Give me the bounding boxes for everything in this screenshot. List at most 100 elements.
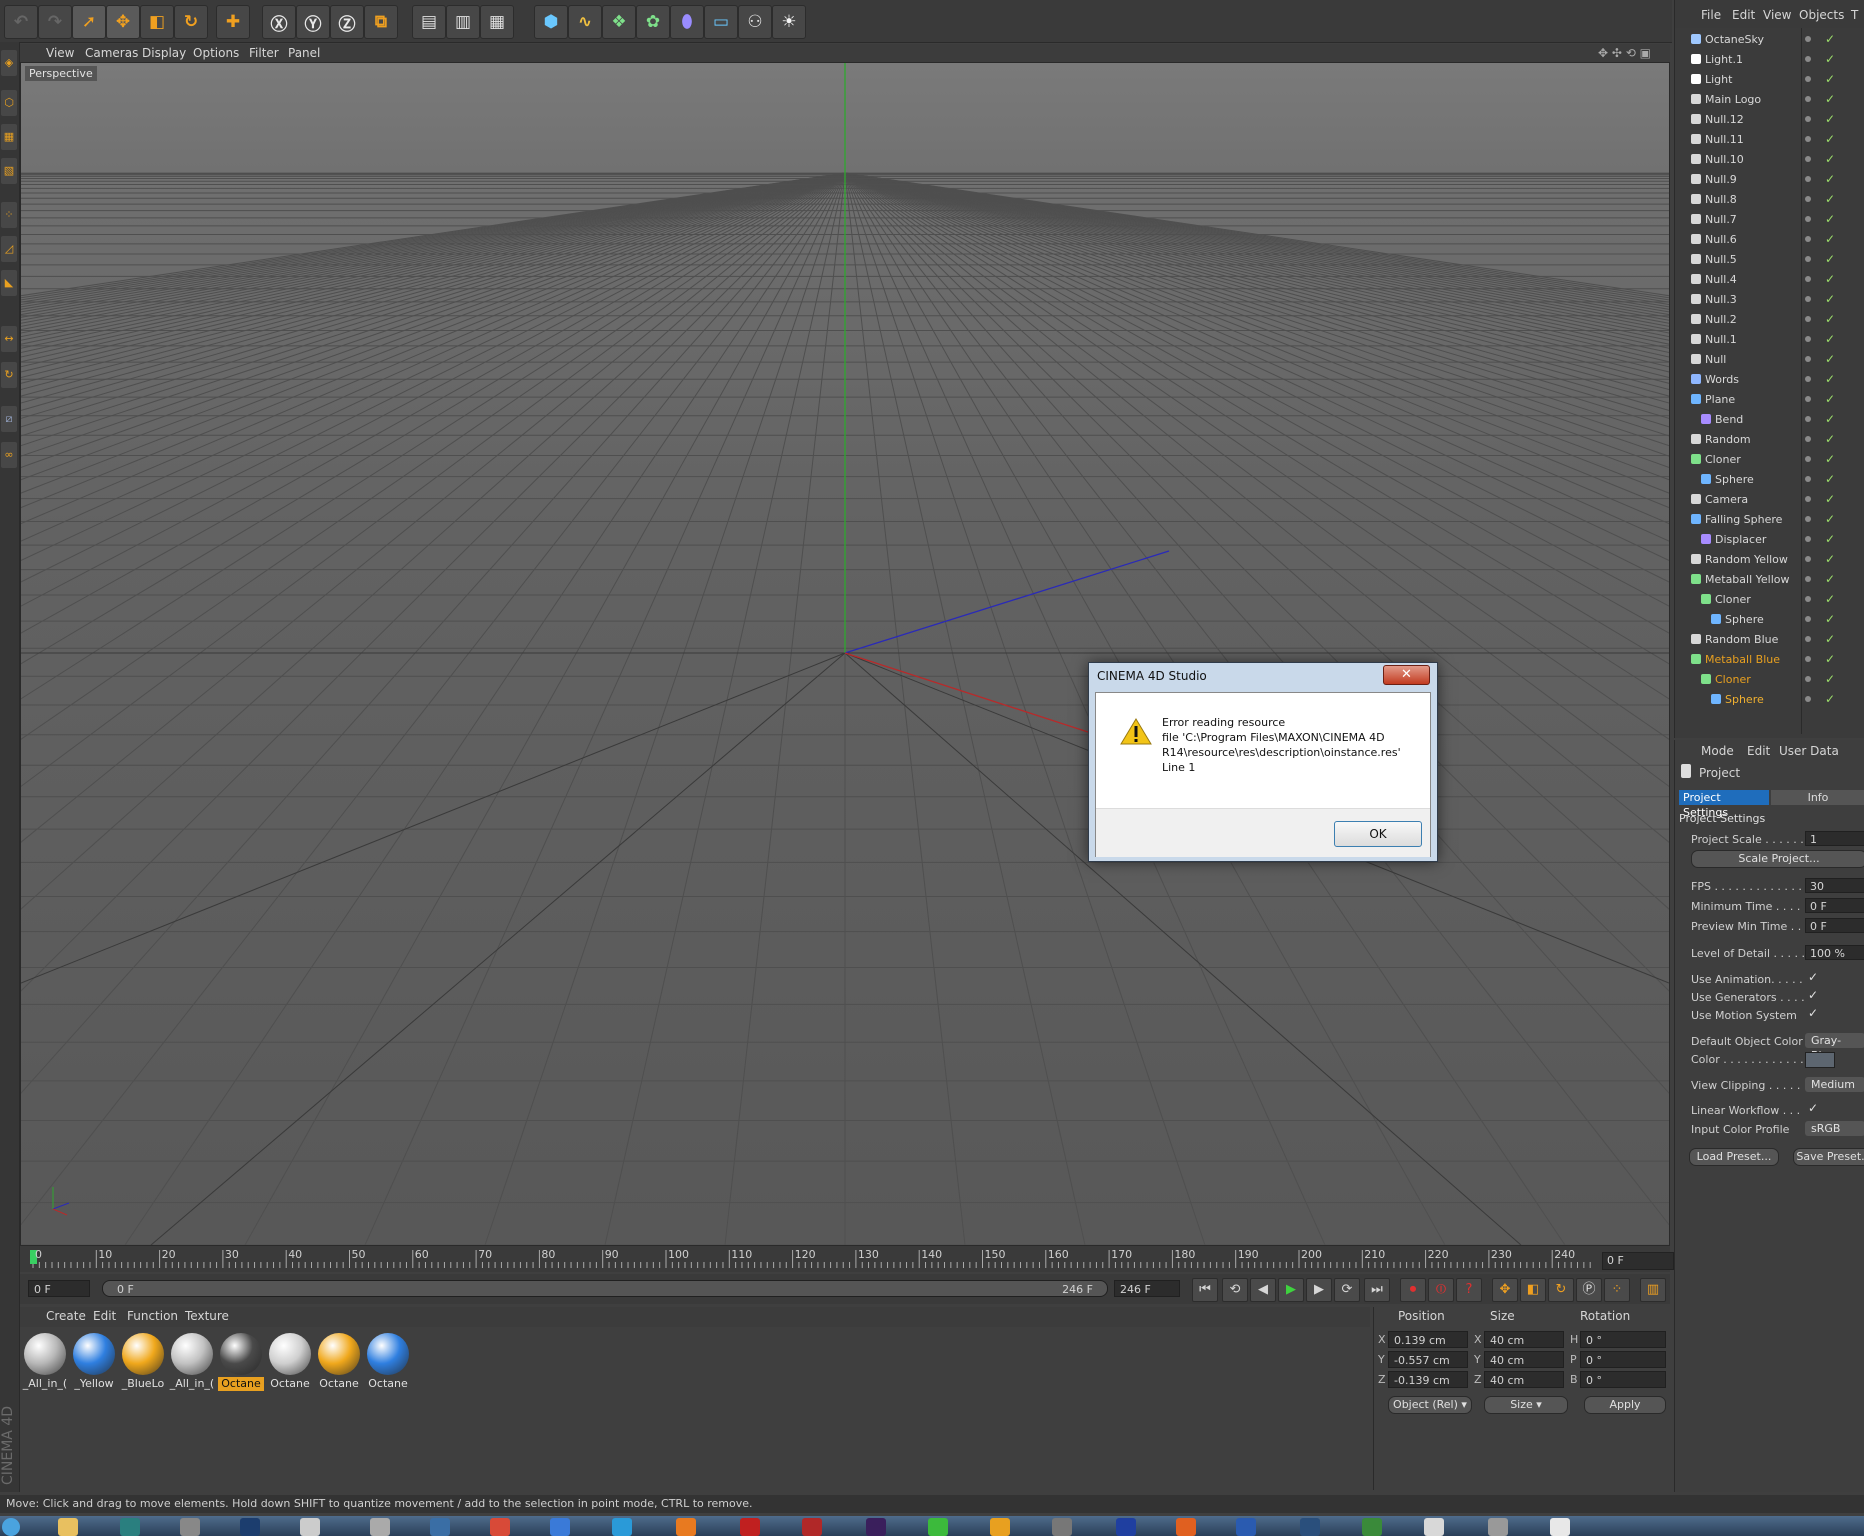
enabled-checkmark-icon[interactable]: ✓ [1825,492,1835,506]
enabled-checkmark-icon[interactable]: ✓ [1825,612,1835,626]
enabled-checkmark-icon[interactable]: ✓ [1825,672,1835,686]
taskbar-app-icon[interactable] [1362,1518,1382,1536]
key-parameter-icon[interactable]: Ⓟ [1576,1278,1602,1302]
object-row[interactable]: Null.11 ✓ [1675,130,1864,150]
visibility-dot[interactable] [1805,356,1811,362]
rotation-field[interactable]: 0 ° [1580,1351,1666,1368]
dialog-close-button[interactable]: ✕ [1383,665,1430,685]
go-to-end-icon[interactable]: ⏭ [1364,1278,1390,1302]
keyframe-selection-icon[interactable]: ? [1456,1278,1482,1302]
object-menu-edit[interactable]: Edit [1732,8,1755,22]
object-row[interactable]: Null ✓ [1675,350,1864,370]
visibility-dot[interactable] [1805,456,1811,462]
chrome-icon[interactable] [490,1518,510,1536]
object-row[interactable]: Cloner ✓ [1675,590,1864,610]
object-row[interactable]: Sphere ✓ [1675,610,1864,630]
visibility-dot[interactable] [1805,136,1811,142]
enabled-checkmark-icon[interactable]: ✓ [1825,292,1835,306]
use-generators-checkbox[interactable]: ✓ [1808,988,1818,1002]
enabled-checkmark-icon[interactable]: ✓ [1825,112,1835,126]
object-menu-tags[interactable]: T [1851,8,1858,22]
render-settings-icon[interactable]: ▦ [480,5,514,39]
position-field[interactable]: -0.139 cm [1388,1371,1468,1388]
material-thumbnail[interactable]: _All_in_( [22,1331,68,1391]
enabled-checkmark-icon[interactable]: ✓ [1825,452,1835,466]
enabled-checkmark-icon[interactable]: ✓ [1825,572,1835,586]
object-row[interactable]: Random Yellow ✓ [1675,550,1864,570]
cube-object-icon[interactable]: ⬢ [534,5,568,39]
enabled-checkmark-icon[interactable]: ✓ [1825,132,1835,146]
viewport-menu-display[interactable]: Display [142,46,186,60]
enabled-checkmark-icon[interactable]: ✓ [1825,252,1835,266]
material-thumbnail[interactable]: Octane [218,1331,264,1391]
save-preset-button[interactable]: Save Preset... [1793,1148,1864,1166]
redo-icon[interactable]: ↷ [38,5,72,39]
fps-field[interactable]: 30 [1805,878,1864,893]
object-row[interactable]: Null.4 ✓ [1675,270,1864,290]
attribute-menu-mode[interactable]: Mode [1701,744,1734,758]
texture-mode-icon[interactable]: ▦ [1,124,17,150]
x-axis-lock-icon[interactable]: Ⓧ [262,5,296,39]
axis-mode-icon[interactable]: ↔ [1,326,17,352]
object-row[interactable]: Plane ✓ [1675,390,1864,410]
make-editable-icon[interactable]: ◈ [1,50,17,76]
object-row[interactable]: Light ✓ [1675,70,1864,90]
taskbar-app-icon[interactable] [928,1518,948,1536]
visibility-dot[interactable] [1805,36,1811,42]
bend-deformer-icon[interactable]: ⬮ [670,5,704,39]
y-axis-lock-icon[interactable]: Ⓨ [296,5,330,39]
word-icon[interactable] [1236,1518,1256,1536]
camera-icon[interactable]: ⚇ [738,5,772,39]
visibility-dot[interactable] [1805,596,1811,602]
key-rotation-icon[interactable]: ↻ [1548,1278,1574,1302]
visibility-dot[interactable] [1805,296,1811,302]
position-field[interactable]: -0.557 cm [1388,1351,1468,1368]
coordinate-mode-dropdown[interactable]: Object (Rel) ▾ [1388,1396,1472,1414]
visibility-dot[interactable] [1805,196,1811,202]
enabled-checkmark-icon[interactable]: ✓ [1825,692,1835,706]
preview-range-slider[interactable]: 0 F 246 F [102,1280,1108,1297]
material-menu-function[interactable]: Function [127,1309,178,1323]
object-row[interactable]: Displacer ✓ [1675,530,1864,550]
timeline-ruler[interactable]: 0 10 20 30 40 50 60 70 80 90 100 110 120 130 140 150 160… [20,1246,1670,1272]
visibility-dot[interactable] [1805,316,1811,322]
enabled-checkmark-icon[interactable]: ✓ [1825,152,1835,166]
photoshop-icon[interactable] [240,1518,260,1536]
taskbar-app-icon[interactable] [300,1518,320,1536]
object-row[interactable]: Null.5 ✓ [1675,250,1864,270]
z-axis-lock-icon[interactable]: Ⓩ [330,5,364,39]
enabled-checkmark-icon[interactable]: ✓ [1825,352,1835,366]
visibility-dot[interactable] [1805,616,1811,622]
attribute-menu-edit[interactable]: Edit [1747,744,1770,758]
enabled-checkmark-icon[interactable]: ✓ [1825,172,1835,186]
scale-project-button[interactable]: Scale Project... [1691,850,1864,868]
material-thumbnail[interactable]: Octane [365,1331,411,1391]
previous-key-icon[interactable]: ⟲ [1222,1278,1248,1302]
material-menu-create[interactable]: Create [46,1309,86,1323]
linear-workflow-checkbox[interactable]: ✓ [1808,1101,1818,1115]
enabled-checkmark-icon[interactable]: ✓ [1825,272,1835,286]
explorer-icon[interactable] [58,1518,78,1536]
enabled-checkmark-icon[interactable]: ✓ [1825,52,1835,66]
visibility-dot[interactable] [1805,656,1811,662]
taskbar-app-icon[interactable] [1052,1518,1072,1536]
go-to-start-icon[interactable]: ⏮ [1192,1278,1218,1302]
material-menu-edit[interactable]: Edit [93,1309,116,1323]
object-row[interactable]: Metaball Blue ✓ [1675,650,1864,670]
taskbar-app-icon[interactable] [120,1518,140,1536]
attribute-menu-user-data[interactable]: User Data [1779,744,1839,758]
enabled-checkmark-icon[interactable]: ✓ [1825,592,1835,606]
visibility-dot[interactable] [1805,436,1811,442]
size-mode-dropdown[interactable]: Size ▾ [1484,1396,1568,1414]
taskbar-app-icon[interactable] [550,1518,570,1536]
next-key-icon[interactable]: ⟳ [1334,1278,1360,1302]
enabled-checkmark-icon[interactable]: ✓ [1825,32,1835,46]
enabled-checkmark-icon[interactable]: ✓ [1825,392,1835,406]
use-motion-system-checkbox[interactable]: ✓ [1808,1006,1818,1020]
object-row[interactable]: Null.7 ✓ [1675,210,1864,230]
object-row[interactable]: Sphere ✓ [1675,470,1864,490]
taskbar-app-icon[interactable] [990,1518,1010,1536]
enabled-checkmark-icon[interactable]: ✓ [1825,652,1835,666]
object-row[interactable]: Metaball Yellow ✓ [1675,570,1864,590]
enabled-checkmark-icon[interactable]: ✓ [1825,72,1835,86]
